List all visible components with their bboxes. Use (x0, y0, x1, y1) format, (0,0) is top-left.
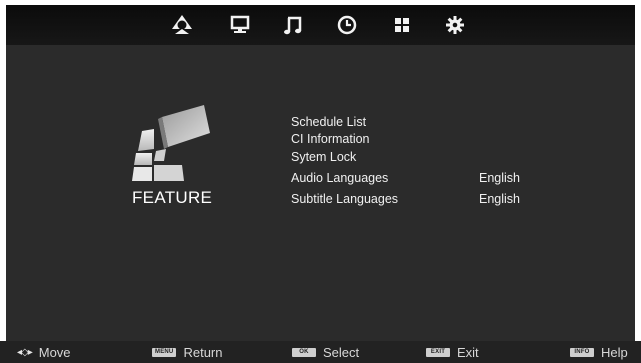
tv-menu-screen: FEATURE Schedule List CI Information Syt… (6, 5, 635, 341)
hint-return: MENU Return (152, 344, 223, 360)
hint-label: Return (183, 344, 223, 360)
menu-item-ci-information[interactable]: CI Information (291, 132, 370, 146)
menu-item-audio-languages[interactable]: Audio Languages (291, 171, 388, 185)
hint-label: Select (323, 344, 360, 360)
audio-languages-value: English (479, 171, 520, 185)
exit-key-icon: EXIT (426, 347, 450, 357)
section-title: FEATURE (132, 188, 213, 207)
satellite-dish-icon[interactable] (169, 12, 195, 38)
subtitle-languages-value: English (479, 192, 520, 206)
ok-key-icon: OK (292, 347, 316, 357)
hint-bar: ◂◇▸ Move MENU Return OK Select EXIT Exit… (0, 341, 641, 363)
menu-item-schedule-list[interactable]: Schedule List (291, 115, 366, 129)
hint-help: INFO Help (570, 344, 628, 360)
menu-key-icon: MENU (152, 347, 177, 357)
arrows-icon: ◂◇▸ (17, 346, 33, 358)
hint-exit: EXIT Exit (426, 344, 479, 360)
hint-label: Move (38, 344, 71, 360)
gear-icon[interactable] (442, 12, 468, 38)
menu-item-system-lock[interactable]: Sytem Lock (291, 150, 356, 164)
grid-icon[interactable] (389, 12, 415, 38)
music-note-icon[interactable] (280, 12, 306, 38)
menu-tab-bar (6, 5, 635, 45)
monitor-icon[interactable] (227, 12, 253, 38)
hint-label: Exit (457, 344, 479, 360)
menu-item-subtitle-languages[interactable]: Subtitle Languages (291, 192, 398, 206)
hint-label: Help (601, 344, 628, 360)
hint-move: ◂◇▸ Move (17, 344, 71, 360)
feature-blocks-icon (130, 103, 210, 187)
clock-icon[interactable] (334, 12, 360, 38)
hint-select: OK Select (292, 344, 359, 360)
info-key-icon: INFO (570, 347, 594, 357)
